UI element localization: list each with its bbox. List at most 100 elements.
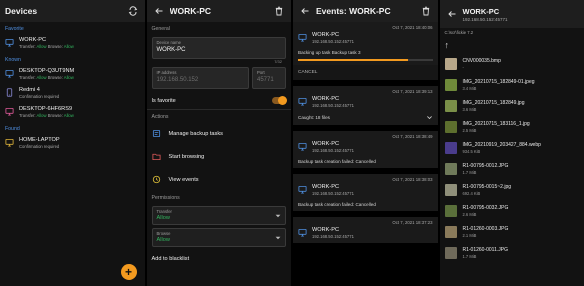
field-label: Browse [156,231,171,236]
file-item[interactable]: R1-01260-0011.JPG 1.7 MiB [440,242,584,263]
field-value: Allow [156,215,170,221]
file-name: IMG_20210715_183116_1.jpg [462,120,530,127]
file-item[interactable]: IMG_20210919_203427_884.webp 934.5 KiB [440,137,584,158]
file-item[interactable]: R1-00795-0032.JPG 2.6 MiB [440,200,584,221]
parent-folder-button[interactable]: ↑ [440,37,584,53]
action-manage-backup[interactable]: Manage backup tasks [147,122,292,145]
devices-topbar: Devices [0,0,145,22]
file-size: 2.6 MiB [462,211,477,217]
char-counter: 7/32 [274,59,282,64]
file-size: - [462,64,464,70]
event-card: Oct 7, 2021 18:38:49 WORK-PC 192.168.50.… [293,131,438,174]
device-item[interactable]: DESKTOP-6HF6RS9 Transfer: Allow Browse: … [0,103,145,122]
device-details-screen: WORK-PC General Device name WORK-PC 7/32… [146,0,292,286]
file-item[interactable]: IMG_20210715_182849-01.jpeg 3.4 MiB [440,74,584,95]
file-thumbnail [444,246,457,259]
transfer-label: Transfer: [19,75,37,80]
action-start-browsing[interactable]: Start browsing [147,145,292,168]
device-item[interactable]: WORK-PC Transfer: Allow Browse: Allow [0,34,145,53]
browse-label: Browse: [46,75,64,80]
monitor-icon [298,185,307,194]
ip-address-field[interactable]: IP address 192.168.50.152 [151,67,249,89]
monitor-icon [5,38,14,47]
file-size: 2.5 MiB [462,127,477,133]
event-title: WORK-PC [312,184,340,190]
event-card: Oct 7, 2021 18:37:23 WORK-PC 192.168.50.… [293,217,438,249]
device-status: Confirmation required [19,144,60,149]
file-name: R1-01260-0003.JPG [462,225,509,232]
event-card: Oct 7, 2021 18:40:06 WORK-PC 192.168.50.… [293,22,438,65]
field-label: IP address [156,70,177,75]
back-arrow-icon[interactable] [298,4,312,18]
file-size: 934.5 KiB [462,148,481,154]
file-item[interactable]: IMG_20210715_183116_1.jpg 2.5 MiB [440,116,584,137]
page-subtitle: 192.168.50.152:45771 [462,16,508,22]
file-name: CNV000035.bmp [462,57,501,64]
page-title: WORK-PC [169,6,212,16]
app-root: Devices Favorite WORK-PC Transfer: Allow… [0,0,584,286]
browse-value: Allow [63,113,74,118]
file-thumbnail [444,183,457,196]
file-thumbnail [444,204,457,217]
device-item[interactable]: DESKTOP-Q3UT9NM Transfer: Allow Browse: … [0,65,145,84]
action-label: Start browsing [168,153,205,160]
back-arrow-icon[interactable] [152,4,166,18]
device-item[interactable]: Redmi 4 Confirmation required [0,84,145,103]
section-general: General [151,26,170,32]
backup-icon [152,129,160,138]
device-status: Transfer: Allow Browse: Allow [19,113,74,118]
file-size: 3.6 MiB [462,106,477,112]
file-size: 1.7 MiB [462,169,477,175]
add-device-button[interactable]: + [120,264,137,280]
file-name: IMG_20210919_203427_884.webp [462,141,541,148]
action-label: View events [168,176,199,183]
add-to-blacklist-button[interactable]: Add to blacklist [147,250,292,268]
back-arrow-icon[interactable] [445,7,459,21]
event-ip: 192.168.50.152:45771 [312,234,354,239]
field-label: Port [257,70,265,75]
file-item[interactable]: IMG_20210715_182849.jpg 3.6 MiB [440,95,584,116]
file-name: IMG_20210715_182849.jpg [462,99,525,106]
device-name-field[interactable]: Device name WORK-PC 7/32 [151,37,286,64]
file-thumbnail [444,99,457,112]
monitor-icon [298,33,307,42]
field-value: 192.168.50.152 [156,77,199,83]
event-card: Oct 7, 2021 18:38:03 WORK-PC 192.168.50.… [293,174,438,217]
port-field[interactable]: Port 45771 [252,67,286,89]
event-message: Backup task creation failed: Cancelled [298,202,376,207]
file-size: 692.4 KiB [462,190,481,196]
arrow-up-icon: ↑ [444,40,450,50]
event-title: WORK-PC [312,141,340,147]
browse-select[interactable]: Browse Allow [151,228,286,247]
cancel-button[interactable]: CANCEL [293,65,438,86]
device-name: Redmi 4 [19,87,40,93]
favorite-label: Is favorite [151,97,176,104]
file-item[interactable]: R1-01260-0003.JPG 2.1 MiB [440,221,584,242]
event-date: Oct 7, 2021 18:37:23 [392,220,433,225]
field-label: Device name [156,40,181,45]
device-name: DESKTOP-Q3UT9NM [19,68,75,74]
favorite-row[interactable]: Is favorite [146,92,291,110]
transfer-select[interactable]: Transfer Allow [151,206,286,225]
event-card[interactable]: Oct 7, 2021 18:39:13 WORK-PC 192.168.50.… [293,86,438,131]
browse-topbar: WORK-PC 192.168.50.152:45771 [439,0,584,28]
event-message: Backing up task Backup task 3 [298,50,361,55]
file-item[interactable]: CNV000035.bmp - [440,53,584,74]
favorite-toggle[interactable] [272,96,287,105]
event-ip: 192.168.50.152:45771 [312,148,354,153]
file-item[interactable]: R1-00795-0015~2.jpg 692.4 KiB [440,179,584,200]
delete-icon[interactable] [419,4,433,18]
chevron-down-icon[interactable] [426,114,433,121]
folder-icon [151,153,161,161]
device-item[interactable]: HOME-LAPTOP Confirmation required [0,134,145,153]
progress-fill [298,59,409,61]
device-status: Transfer: Allow Browse: Allow [19,75,74,80]
action-view-events[interactable]: View events [147,168,292,191]
device-topbar: WORK-PC [146,0,291,22]
event-date: Oct 7, 2021 18:40:06 [392,25,433,30]
browse-value: Allow [63,75,74,80]
browse-value: Allow [63,44,74,49]
sync-icon[interactable] [126,4,140,18]
delete-icon[interactable] [272,4,286,18]
file-item[interactable]: R1-00795-0012.JPG 1.7 MiB [440,158,584,179]
